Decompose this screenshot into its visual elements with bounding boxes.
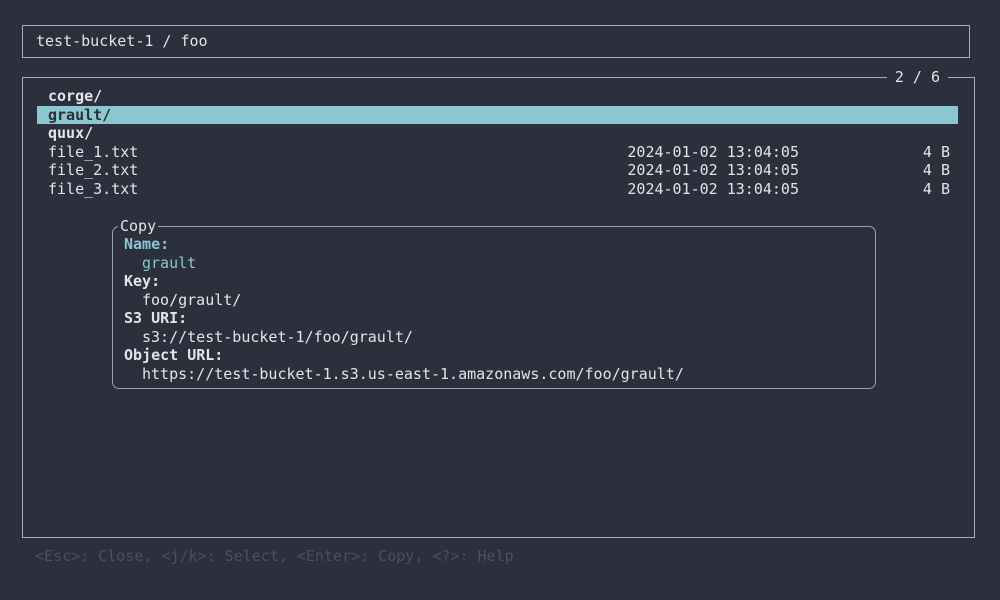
field-s3-uri-value: s3://test-bucket-1/foo/grault/: [142, 327, 413, 346]
item-name: quux/: [48, 124, 94, 143]
path-bar-text: test-bucket-1 / foo: [36, 32, 208, 50]
list-item-file-3[interactable]: file_3.txt 2024-01-02 13:04:05 4 B: [37, 180, 958, 199]
field-key-label[interactable]: Key:: [124, 272, 875, 291]
path-bar: test-bucket-1 / foo: [22, 25, 970, 58]
field-name-value: grault: [142, 253, 197, 272]
field-s3-uri-label[interactable]: S3 URI:: [124, 309, 875, 328]
item-modified-date: 2024-01-02 13:04:05: [627, 161, 799, 180]
field-object-url-label[interactable]: Object URL:: [124, 346, 875, 365]
item-modified-date: 2024-01-02 13:04:05: [627, 142, 799, 161]
list-counter: 2 / 6: [886, 67, 948, 87]
item-name: corge/: [48, 87, 103, 105]
item-name: file_1.txt: [48, 142, 139, 161]
object-list-panel: 2 / 6 corge/ grault/ quux/ file_1.txt 20…: [22, 67, 975, 538]
list-item-grault-selected[interactable]: grault/: [37, 105, 958, 125]
item-size: 4 B: [922, 142, 950, 161]
copy-dialog-fields: Name: grault Key: foo/grault/ S3 URI: s3…: [113, 227, 875, 383]
item-name: file_2.txt: [48, 161, 139, 180]
copy-dialog-title: Copy: [118, 216, 159, 236]
keybinding-status-bar: <Esc>: Close, <j/k>: Select, <Enter>: Co…: [35, 547, 514, 565]
field-name-label[interactable]: Name:: [124, 235, 875, 254]
list-item-file-1[interactable]: file_1.txt 2024-01-02 13:04:05 4 B: [37, 143, 958, 162]
item-size: 4 B: [922, 179, 950, 198]
object-list: corge/ grault/ quux/ file_1.txt 2024-01-…: [23, 87, 974, 199]
list-item-corge[interactable]: corge/: [37, 87, 958, 106]
field-object-url-value: https://test-bucket-1.s3.us-east-1.amazo…: [142, 364, 684, 383]
item-name: file_3.txt: [48, 179, 139, 198]
list-item-quux[interactable]: quux/: [37, 124, 958, 143]
item-modified-date: 2024-01-02 13:04:05: [627, 179, 799, 198]
field-key-value: foo/grault/: [142, 290, 242, 309]
list-item-file-2[interactable]: file_2.txt 2024-01-02 13:04:05 4 B: [37, 161, 958, 180]
item-name: grault/: [48, 105, 112, 124]
copy-dialog: Copy Name: grault Key: foo/grault/ S3 UR…: [112, 216, 876, 389]
item-size: 4 B: [922, 161, 950, 180]
